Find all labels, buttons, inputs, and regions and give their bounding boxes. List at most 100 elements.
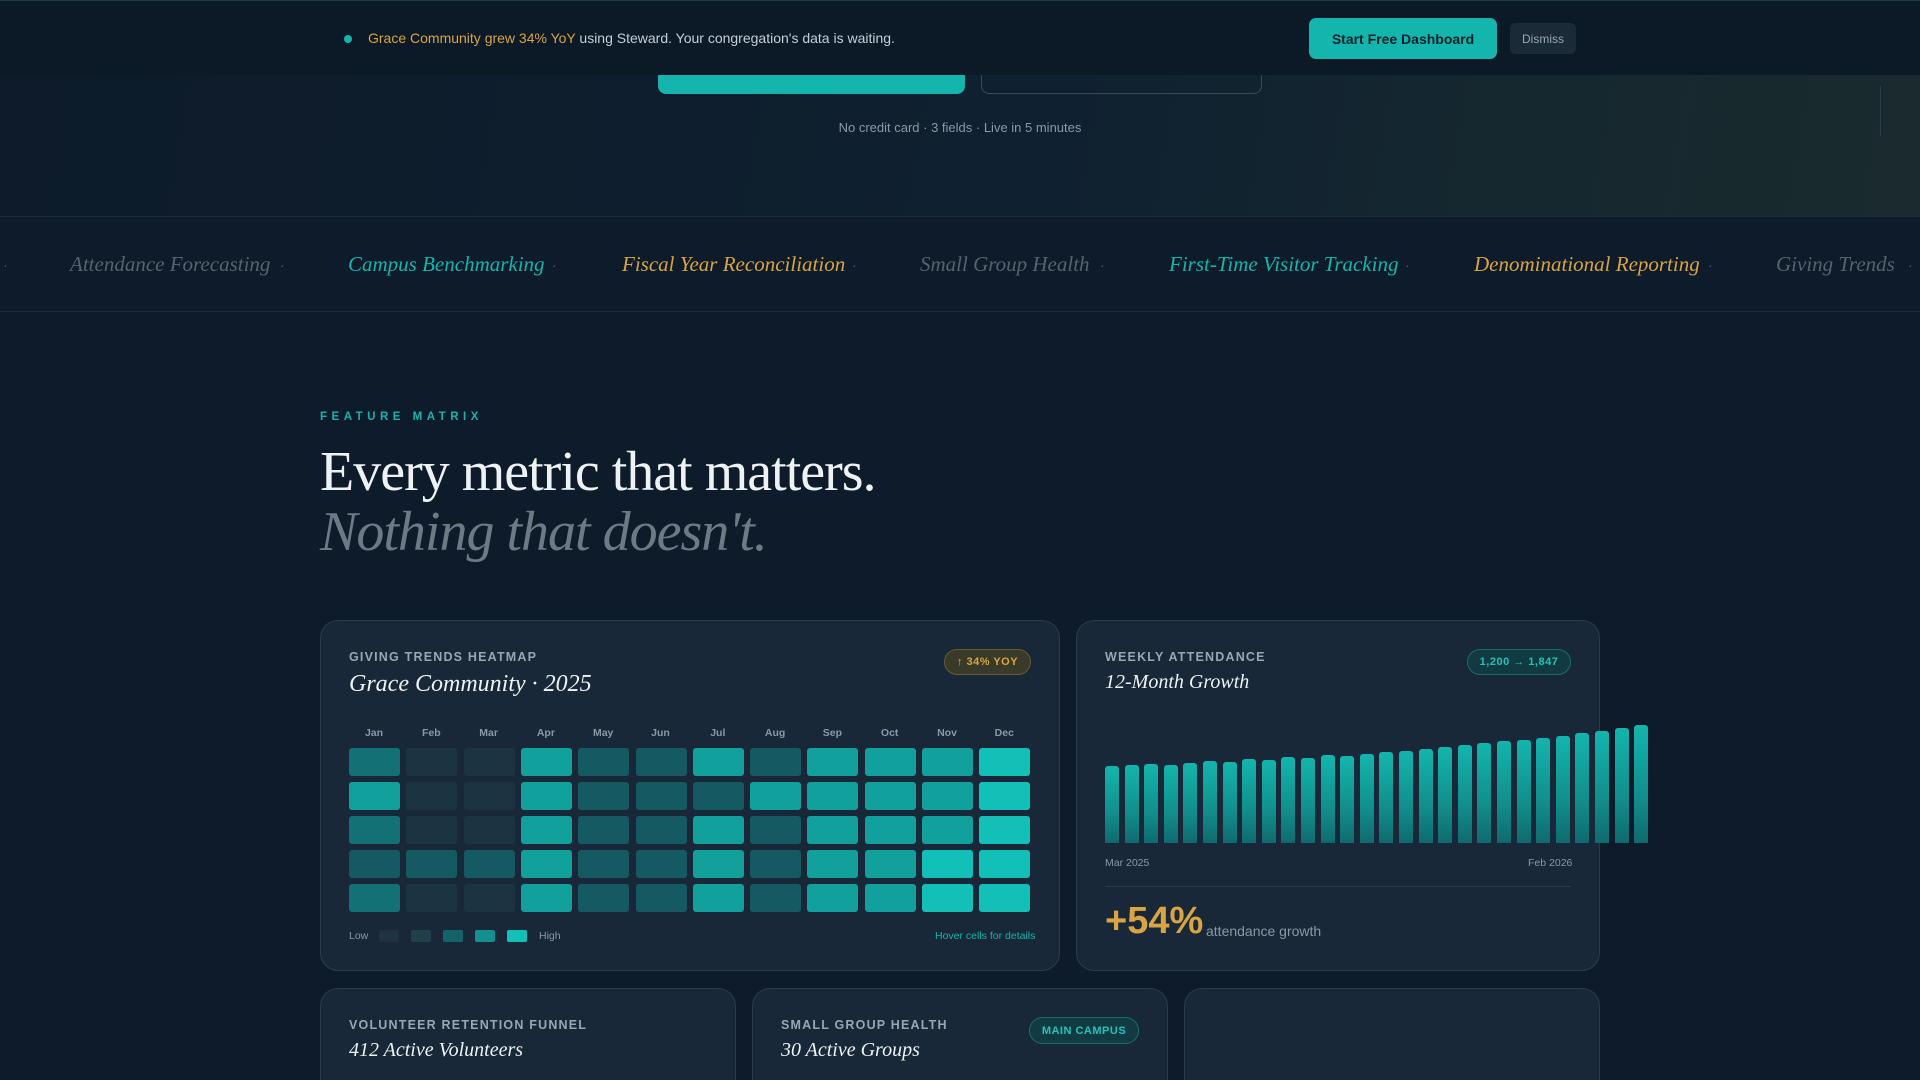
heatmap-cell[interactable] xyxy=(750,816,802,844)
legend-swatch xyxy=(411,930,431,942)
attendance-bar xyxy=(1399,751,1413,843)
heatmap-cell[interactable] xyxy=(807,850,859,878)
card-title: Grace Community · 2025 xyxy=(349,671,592,697)
heatmap-cell[interactable] xyxy=(750,850,802,878)
hover-hint: Hover cells for details xyxy=(935,930,1036,942)
heatmap-cell[interactable] xyxy=(979,782,1031,810)
heatmap-cell[interactable] xyxy=(922,782,973,810)
start-free-dashboard-button[interactable]: Start Free Dashboard xyxy=(1309,18,1497,59)
attendance-bar xyxy=(1477,743,1492,843)
campus-badge[interactable]: MAIN CAMPUS xyxy=(1029,1017,1139,1044)
attendance-bar xyxy=(1340,756,1355,843)
heatmap-cell[interactable] xyxy=(922,884,973,912)
heatmap-cell[interactable] xyxy=(520,782,572,810)
heatmap-cell[interactable] xyxy=(750,782,802,810)
heatmap-cell[interactable] xyxy=(979,748,1031,776)
marquee-separator: · xyxy=(1100,257,1105,273)
heatmap-cell[interactable] xyxy=(349,748,400,776)
heatmap-cell[interactable] xyxy=(692,782,744,810)
heatmap-cell[interactable] xyxy=(979,884,1031,912)
heatmap-cell[interactable] xyxy=(520,816,572,844)
attendance-range-badge: 1,200 → 1,847 xyxy=(1467,649,1571,675)
heatmap-cell[interactable] xyxy=(520,884,572,912)
heatmap-month-label: Feb xyxy=(421,727,441,739)
heatmap-cell[interactable] xyxy=(635,850,687,878)
heatmap-cell[interactable] xyxy=(864,782,916,810)
heatmap-cell[interactable] xyxy=(864,850,916,878)
legend-low-label: Low xyxy=(349,930,369,942)
attendance-bar xyxy=(1320,755,1335,843)
heatmap-cell[interactable] xyxy=(406,884,458,912)
heatmap-cell[interactable] xyxy=(635,816,687,844)
heatmap-cell[interactable] xyxy=(349,884,400,912)
heatmap-cell[interactable] xyxy=(349,816,400,844)
heatmap-cell[interactable] xyxy=(864,748,916,776)
heatmap-cell[interactable] xyxy=(406,816,458,844)
attendance-bar xyxy=(1536,738,1551,843)
heatmap-cell[interactable] xyxy=(578,850,630,878)
heatmap-cell[interactable] xyxy=(807,884,859,912)
growth-value: +54% xyxy=(1105,900,1204,942)
attendance-bar xyxy=(1575,733,1590,843)
card-label: WEEKLY ATTENDANCE xyxy=(1105,650,1266,664)
attendance-bar xyxy=(1379,752,1394,843)
heatmap-cell[interactable] xyxy=(807,816,859,844)
attendance-bar xyxy=(1301,758,1315,843)
heatmap-cell[interactable] xyxy=(578,782,630,810)
attendance-bar xyxy=(1614,728,1629,843)
heatmap-cell[interactable] xyxy=(807,748,859,776)
heatmap-cell[interactable] xyxy=(349,782,400,810)
dismiss-button[interactable]: Dismiss xyxy=(1510,23,1576,54)
hero-note: No credit card · 3 fields · Live in 5 mi… xyxy=(838,120,1082,135)
heatmap-cell[interactable] xyxy=(922,850,973,878)
heatmap-cell[interactable] xyxy=(463,884,515,912)
heatmap-cell[interactable] xyxy=(520,850,572,878)
heatmap-cell[interactable] xyxy=(406,748,458,776)
heatmap-cell[interactable] xyxy=(750,748,802,776)
heatmap-cell[interactable] xyxy=(807,782,859,810)
card-label: GIVING TRENDS HEATMAP xyxy=(349,650,538,664)
heatmap-cell[interactable] xyxy=(578,816,630,844)
heatmap-cell[interactable] xyxy=(922,816,973,844)
heatmap-month-label: Dec xyxy=(994,727,1014,739)
attendance-bar xyxy=(1516,740,1531,843)
heatmap-cell[interactable] xyxy=(864,884,916,912)
section-eyebrow: FEATURE MATRIX xyxy=(320,411,483,423)
heatmap-cell[interactable] xyxy=(692,850,744,878)
heatmap-cell[interactable] xyxy=(864,816,916,844)
marquee-item: Denominational Reporting xyxy=(1474,252,1700,276)
heatmap-cell[interactable] xyxy=(979,816,1031,844)
attendance-bar xyxy=(1497,741,1511,843)
attendance-bar xyxy=(1203,761,1217,843)
heatmap-cell[interactable] xyxy=(406,782,458,810)
heatmap-cell[interactable] xyxy=(635,748,687,776)
legend-high-label: High xyxy=(539,930,561,942)
heatmap-cell[interactable] xyxy=(349,850,400,878)
heatmap-cell[interactable] xyxy=(750,884,802,912)
attendance-bar xyxy=(1634,725,1649,843)
card-title: 12-Month Growth xyxy=(1105,671,1250,693)
heatmap-cell[interactable] xyxy=(578,748,630,776)
heatmap-cell[interactable] xyxy=(692,748,744,776)
heatmap-cell[interactable] xyxy=(463,816,515,844)
heatmap-cell[interactable] xyxy=(692,816,744,844)
heatmap-month-label: Jun xyxy=(651,727,670,739)
marquee-separator: · xyxy=(852,257,857,273)
attendance-bar xyxy=(1183,763,1198,843)
attendance-bar xyxy=(1359,754,1374,843)
attendance-bar xyxy=(1222,762,1237,843)
heatmap-cell[interactable] xyxy=(463,748,515,776)
heatmap-cell[interactable] xyxy=(578,884,630,912)
heatmap-cell[interactable] xyxy=(463,850,515,878)
heatmap-cell[interactable] xyxy=(406,850,458,878)
heatmap-cell[interactable] xyxy=(635,884,687,912)
heatmap-cell[interactable] xyxy=(979,850,1031,878)
heatmap-cell[interactable] xyxy=(692,884,744,912)
heatmap-cell[interactable] xyxy=(520,748,572,776)
heatmap-cell[interactable] xyxy=(635,782,687,810)
heatmap-cell[interactable] xyxy=(922,748,973,776)
announcement-bar: Grace Community grew 34% YoY using Stewa… xyxy=(0,0,1920,75)
marquee-separator: · xyxy=(1908,257,1913,273)
heatmap-cell[interactable] xyxy=(463,782,515,810)
announcement-text: Grace Community grew 34% YoY using Stewa… xyxy=(368,30,895,46)
